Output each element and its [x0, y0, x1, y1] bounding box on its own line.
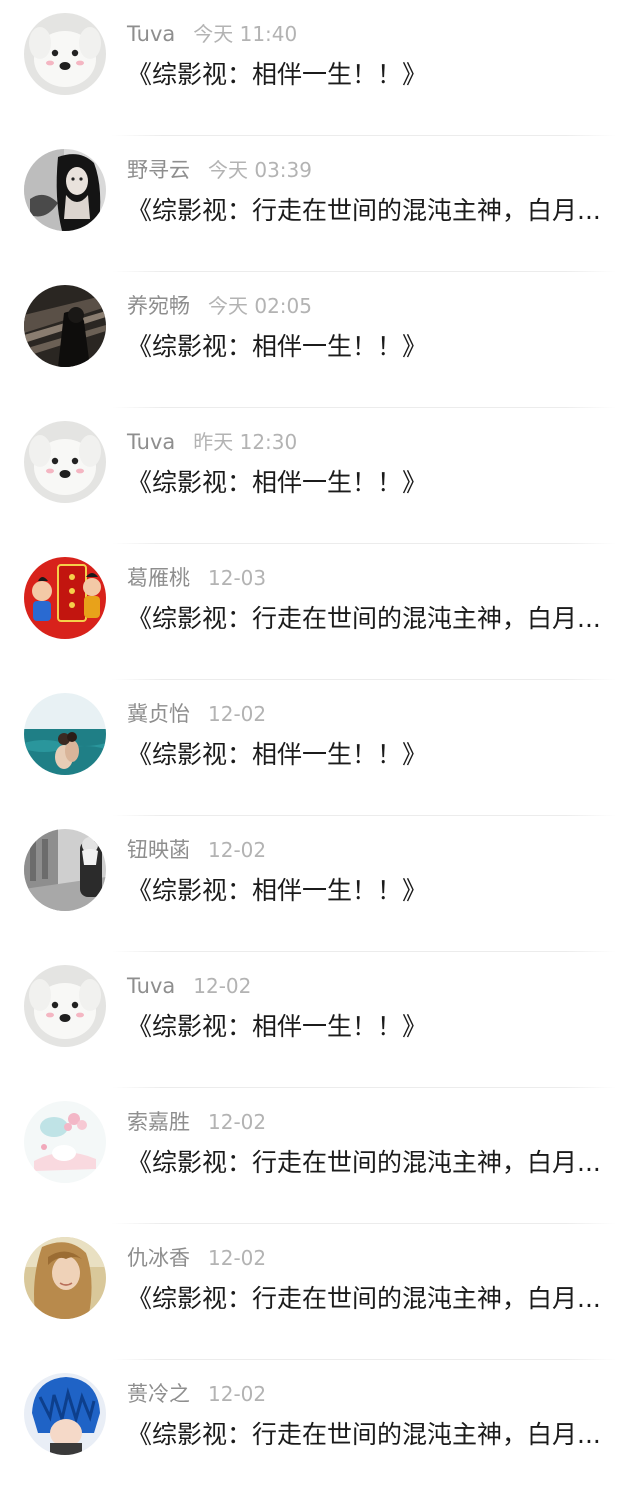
comment-text[interactable]: 《综影视：行走在世间的混沌主神，白月...	[127, 193, 640, 229]
list-item[interactable]: 蒉冷之 12-02 《综影视：行走在世间的混沌主神，白月...	[0, 1360, 640, 1496]
comment-text[interactable]: 《综影视：行走在世间的混沌主神，白月...	[127, 1281, 640, 1317]
username[interactable]: 葛雁桃	[127, 566, 190, 590]
username[interactable]: Tuva	[127, 430, 175, 454]
username[interactable]: Tuva	[127, 974, 175, 998]
sea-couple-avatar[interactable]	[24, 693, 106, 775]
list-item[interactable]: 索嘉胜 12-02 《综影视：行走在世间的混沌主神，白月...	[0, 1088, 640, 1224]
comment-meta: 冀贞怡 12-02	[127, 699, 266, 729]
comment-meta: Tuva 今天 11:40	[127, 19, 297, 49]
list-item[interactable]: 钮映菡 12-02 《综影视：相伴一生！！》	[0, 816, 640, 952]
comment-meta: 索嘉胜 12-02	[127, 1107, 266, 1137]
comment-text[interactable]: 《综影视：相伴一生！！》	[127, 465, 640, 501]
comment-text[interactable]: 《综影视：行走在世间的混沌主神，白月...	[127, 1145, 640, 1181]
timestamp: 昨天 12:30	[193, 430, 298, 454]
woman-bw-avatar[interactable]	[24, 149, 106, 231]
timestamp: 12-03	[208, 566, 267, 590]
list-item[interactable]: 野寻云 今天 03:39 《综影视：行走在世间的混沌主神，白月...	[0, 136, 640, 272]
username[interactable]: 野寻云	[127, 158, 190, 182]
timestamp: 12-02	[208, 1110, 267, 1134]
list-item[interactable]: 养宛畅 今天 02:05 《综影视：相伴一生！！》	[0, 272, 640, 408]
comment-list: Tuva 今天 11:40 《综影视：相伴一生！！》 野寻云 今天 03:39 《综…	[0, 0, 640, 1496]
blonde-girl-avatar[interactable]	[24, 1237, 106, 1319]
pastel-flower-avatar[interactable]	[24, 1101, 106, 1183]
timestamp: 12-02	[193, 974, 252, 998]
timestamp: 今天 03:39	[208, 158, 312, 182]
comment-meta: Tuva 12-02	[127, 971, 251, 1001]
comment-text[interactable]: 《综影视：相伴一生！！》	[127, 873, 640, 909]
comment-meta: Tuva 昨天 12:30	[127, 427, 297, 457]
timestamp: 12-02	[208, 702, 267, 726]
list-item[interactable]: 葛雁桃 12-03 《综影视：行走在世间的混沌主神，白月...	[0, 544, 640, 680]
list-item[interactable]: Tuva 昨天 12:30 《综影视：相伴一生！！》	[0, 408, 640, 544]
timestamp: 今天 02:05	[208, 294, 312, 318]
username[interactable]: Tuva	[127, 22, 175, 46]
new-year-avatar[interactable]	[24, 557, 106, 639]
comment-text[interactable]: 《综影视：相伴一生！！》	[127, 329, 640, 365]
username[interactable]: 蒉冷之	[127, 1382, 190, 1406]
comment-meta: 钮映菡 12-02	[127, 835, 266, 865]
username[interactable]: 养宛畅	[127, 294, 190, 318]
comment-meta: 蒉冷之 12-02	[127, 1379, 266, 1409]
timestamp: 12-02	[208, 1382, 267, 1406]
comment-text[interactable]: 《综影视：相伴一生！！》	[127, 57, 640, 93]
username[interactable]: 仇冰香	[127, 1246, 190, 1270]
timestamp: 12-02	[208, 1246, 267, 1270]
dark-railway-avatar[interactable]	[24, 285, 106, 367]
blue-hair-avatar[interactable]	[24, 1373, 106, 1455]
white-dog-avatar[interactable]	[24, 13, 106, 95]
street-bw-avatar[interactable]	[24, 829, 106, 911]
list-item[interactable]: 仇冰香 12-02 《综影视：行走在世间的混沌主神，白月...	[0, 1224, 640, 1360]
comment-meta: 仇冰香 12-02	[127, 1243, 266, 1273]
list-item[interactable]: Tuva 今天 11:40 《综影视：相伴一生！！》	[0, 0, 640, 136]
list-item[interactable]: Tuva 12-02 《综影视：相伴一生！！》	[0, 952, 640, 1088]
comment-text[interactable]: 《综影视：相伴一生！！》	[127, 1009, 640, 1045]
timestamp: 今天 11:40	[193, 22, 298, 46]
white-dog-avatar[interactable]	[24, 421, 106, 503]
list-item[interactable]: 冀贞怡 12-02 《综影视：相伴一生！！》	[0, 680, 640, 816]
username[interactable]: 冀贞怡	[127, 702, 190, 726]
username[interactable]: 索嘉胜	[127, 1110, 190, 1134]
white-dog-avatar[interactable]	[24, 965, 106, 1047]
comment-meta: 野寻云 今天 03:39	[127, 155, 312, 185]
comment-text[interactable]: 《综影视：相伴一生！！》	[127, 737, 640, 773]
timestamp: 12-02	[208, 838, 267, 862]
comment-text[interactable]: 《综影视：行走在世间的混沌主神，白月...	[127, 601, 640, 637]
username[interactable]: 钮映菡	[127, 838, 190, 862]
comment-meta: 葛雁桃 12-03	[127, 563, 266, 593]
comment-meta: 养宛畅 今天 02:05	[127, 291, 312, 321]
comment-text[interactable]: 《综影视：行走在世间的混沌主神，白月...	[127, 1417, 640, 1453]
